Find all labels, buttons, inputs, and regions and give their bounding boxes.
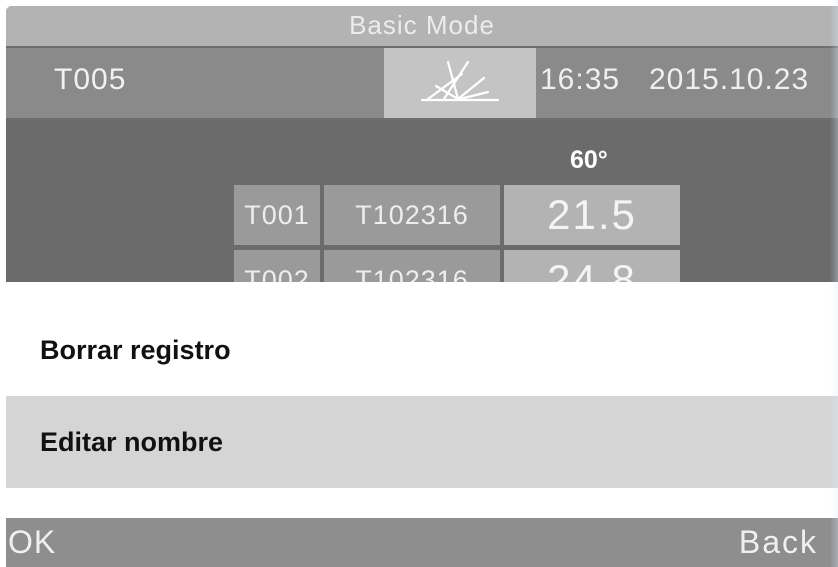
record-value: 24.8 bbox=[504, 250, 680, 282]
ok-button[interactable]: OK bbox=[8, 524, 56, 561]
menu-item-edit-name[interactable]: Editar nombre bbox=[6, 396, 838, 488]
records-panel: 60° T001 T102316 21.5 T002 T102316 24.8 bbox=[6, 120, 838, 282]
measure-mode-indicator bbox=[384, 48, 536, 118]
device-screen: Basic Mode T005 16:35 2015.10.23 60° T00… bbox=[6, 6, 838, 567]
context-menu: Borrar registro Editar nombre bbox=[6, 282, 838, 518]
record-name: T102316 bbox=[324, 250, 500, 282]
menu-item-label: Editar nombre bbox=[40, 427, 224, 457]
softkey-bar: OK Back bbox=[6, 518, 838, 567]
record-name: T102316 bbox=[324, 185, 500, 245]
status-bar: T005 16:35 2015.10.23 bbox=[6, 48, 838, 118]
clock-date: 2015.10.23 bbox=[649, 63, 810, 96]
clock-time: 16:35 bbox=[540, 63, 621, 96]
angle-header: 60° bbox=[570, 146, 608, 174]
record-value: 21.5 bbox=[504, 185, 680, 245]
screen-edge-glare bbox=[830, 0, 838, 567]
current-file-name: T005 bbox=[54, 63, 127, 96]
record-id: T002 bbox=[234, 250, 320, 282]
mode-title: Basic Mode bbox=[6, 6, 838, 46]
back-button[interactable]: Back bbox=[739, 524, 818, 561]
record-id: T001 bbox=[234, 185, 320, 245]
menu-item-label: Borrar registro bbox=[40, 335, 231, 365]
menu-item-delete-record[interactable]: Borrar registro bbox=[6, 304, 838, 396]
gloss-angles-icon bbox=[420, 60, 500, 102]
